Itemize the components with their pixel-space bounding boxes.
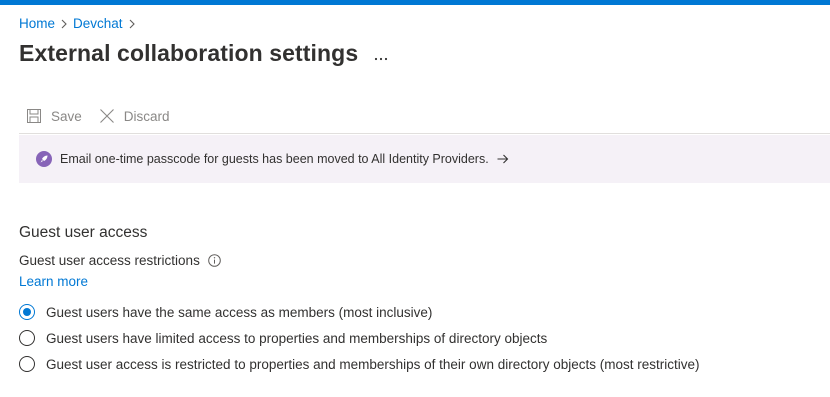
chevron-right-icon <box>123 16 141 31</box>
banner-message: Email one-time passcode for guests has b… <box>60 152 489 166</box>
field-label-text: Guest user access restrictions <box>19 253 200 268</box>
close-icon <box>96 105 118 127</box>
radio-option-label: Guest users have the same access as memb… <box>46 304 433 320</box>
radio-dot <box>23 308 31 316</box>
radio-button[interactable] <box>19 356 35 372</box>
guest-access-radio-group: Guest users have the same access as memb… <box>19 299 700 377</box>
more-options-button[interactable] <box>368 46 394 68</box>
save-icon <box>23 105 45 127</box>
toolbar-divider <box>19 133 830 134</box>
radio-option-limited-access[interactable]: Guest users have limited access to prope… <box>19 325 700 351</box>
discard-button-label: Discard <box>123 108 170 124</box>
discard-button[interactable]: Discard <box>96 105 170 127</box>
save-button[interactable]: Save <box>19 105 82 127</box>
command-bar: Save Discard <box>19 103 184 129</box>
section-title-guest-user-access: Guest user access <box>19 224 148 241</box>
page-title: External collaboration settings <box>19 40 359 66</box>
info-banner: Email one-time passcode for guests has b… <box>19 135 830 183</box>
top-accent-bar <box>0 0 830 5</box>
rocket-icon <box>36 151 52 167</box>
radio-option-same-access[interactable]: Guest users have the same access as memb… <box>19 299 700 325</box>
radio-button-selected[interactable] <box>19 304 35 320</box>
arrow-right-icon[interactable] <box>497 154 509 164</box>
chevron-right-icon <box>55 16 73 31</box>
radio-button[interactable] <box>19 330 35 346</box>
breadcrumb: Home Devchat <box>19 14 141 32</box>
save-button-label: Save <box>51 108 82 124</box>
radio-option-restricted-access[interactable]: Guest user access is restricted to prope… <box>19 351 700 377</box>
breadcrumb-home-link[interactable]: Home <box>19 16 55 31</box>
breadcrumb-devchat-link[interactable]: Devchat <box>73 16 123 31</box>
ellipsis-icon <box>374 48 388 66</box>
learn-more-link[interactable]: Learn more <box>19 274 88 289</box>
info-icon[interactable] <box>208 254 222 268</box>
radio-option-label: Guest user access is restricted to prope… <box>46 356 700 372</box>
guest-access-restrictions-label: Guest user access restrictions <box>19 253 222 268</box>
radio-option-label: Guest users have limited access to prope… <box>46 330 548 346</box>
